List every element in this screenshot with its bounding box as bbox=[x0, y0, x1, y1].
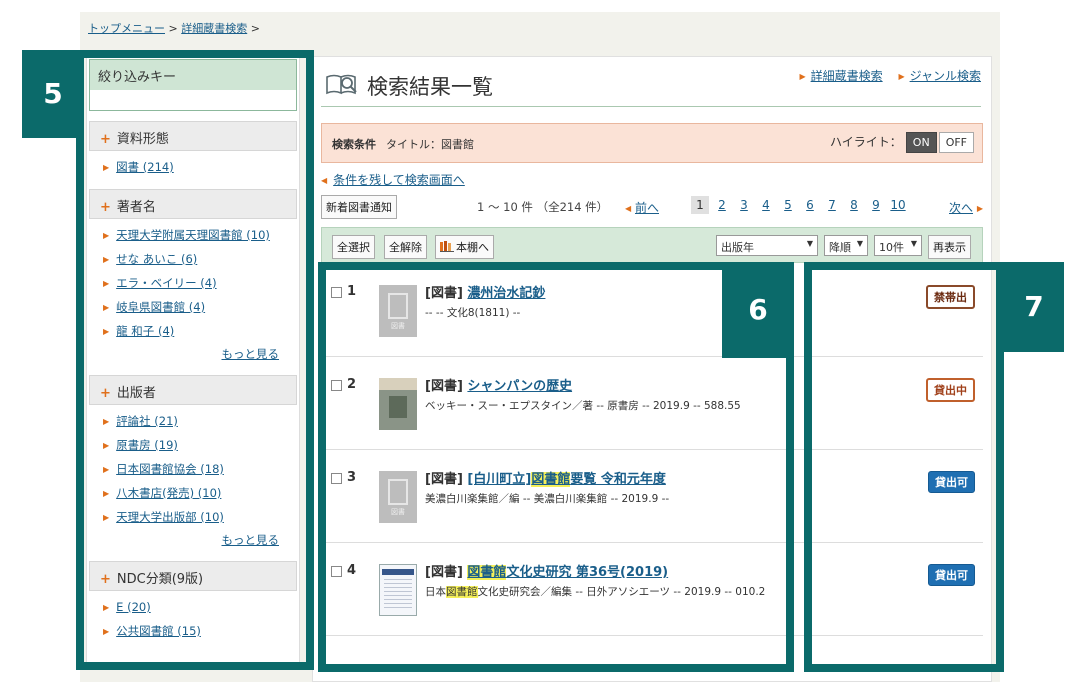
detail-search-link[interactable]: 詳細蔵書検索 bbox=[811, 69, 883, 83]
callout-frame-status bbox=[804, 262, 1004, 672]
per-page-select[interactable]: 10件 ▼ bbox=[874, 235, 922, 256]
page-link[interactable]: 9 bbox=[867, 196, 885, 214]
callout-label-7: 7 bbox=[1004, 262, 1064, 352]
triangle-icon: ▶ bbox=[799, 72, 806, 81]
highlight-toggle: ハイライト： ON OFF bbox=[830, 132, 974, 153]
add-to-shelf-button[interactable]: 本棚へ bbox=[435, 235, 494, 259]
title-row: 検索結果一覧 ▶ 詳細蔵書検索 ▶ ジャンル検索 bbox=[321, 65, 981, 107]
chevron-down-icon: ▼ bbox=[856, 239, 863, 248]
callout-label-5: 5 bbox=[22, 50, 84, 138]
page-link[interactable]: 6 bbox=[801, 196, 819, 214]
search-condition-box: 検索条件 タイトル：図書館 ハイライト： ON OFF bbox=[321, 123, 983, 163]
breadcrumb-separator: > bbox=[250, 22, 260, 35]
page-link[interactable]: 10 bbox=[889, 196, 907, 214]
top-links: ▶ 詳細蔵書検索 ▶ ジャンル検索 bbox=[787, 67, 981, 84]
sort-field-select[interactable]: 出版年 ▼ bbox=[716, 235, 818, 256]
result-count: 1 ～ 10 件 （全214 件） bbox=[477, 200, 609, 214]
new-arrival-notify-button[interactable]: 新着図書通知 bbox=[321, 195, 397, 219]
breadcrumb: トップメニュー > 詳細蔵書検索 > bbox=[88, 20, 260, 36]
shelf-label: 本棚へ bbox=[456, 241, 489, 254]
page-link[interactable]: 3 bbox=[735, 196, 753, 214]
next-page: 次へ ▶ bbox=[949, 199, 983, 216]
page-link[interactable]: 7 bbox=[823, 196, 841, 214]
prev-page-link[interactable]: 前へ bbox=[635, 201, 659, 215]
highlight-on-button[interactable]: ON bbox=[905, 132, 937, 153]
triangle-icon: ▶ bbox=[976, 204, 983, 213]
prev-page: ◀ 前へ bbox=[625, 199, 659, 216]
breadcrumb-top-menu[interactable]: トップメニュー bbox=[88, 22, 165, 35]
condition-value: タイトル：図書館 bbox=[386, 138, 474, 151]
sort-order-select[interactable]: 降順 ▼ bbox=[824, 235, 868, 256]
triangle-left-icon: ◀ bbox=[321, 176, 328, 185]
redisplay-button[interactable]: 再表示 bbox=[928, 235, 971, 259]
result-toolbar: 全選択 全解除 本棚へ 出版年 ▼ 降順 ▼ 10件 ▼ 再表示 bbox=[321, 227, 983, 263]
select-all-button[interactable]: 全選択 bbox=[332, 235, 375, 259]
page-link[interactable]: 5 bbox=[779, 196, 797, 214]
page-link[interactable]: 4 bbox=[757, 196, 775, 214]
sort-order-value: 降順 bbox=[829, 241, 851, 254]
chevron-down-icon: ▼ bbox=[806, 239, 813, 248]
triangle-icon: ▶ bbox=[898, 72, 905, 81]
next-page-link[interactable]: 次へ bbox=[949, 201, 973, 215]
per-page-value: 10件 bbox=[879, 241, 904, 254]
page-numbers: 1 2 3 4 5 6 7 8 9 10 bbox=[691, 196, 911, 214]
page-link[interactable]: 8 bbox=[845, 196, 863, 214]
highlight-label: ハイライト： bbox=[830, 135, 902, 149]
deselect-all-button[interactable]: 全解除 bbox=[384, 235, 427, 259]
chevron-down-icon: ▼ bbox=[910, 239, 917, 248]
genre-search-link[interactable]: ジャンル検索 bbox=[910, 69, 981, 83]
breadcrumb-separator: > bbox=[168, 22, 178, 35]
pagination-row: 新着図書通知 1 ～ 10 件 （全214 件） ◀ 前へ 1234567891… bbox=[321, 195, 983, 219]
page-title: 検索結果一覧 bbox=[367, 75, 493, 99]
back-to-search-link[interactable]: 条件を残して検索画面へ bbox=[333, 173, 465, 187]
highlight-off-button[interactable]: OFF bbox=[938, 132, 974, 153]
back-to-search: ◀ 条件を残して検索画面へ bbox=[321, 171, 465, 188]
sort-field-value: 出版年 bbox=[721, 241, 754, 254]
callout-label-6: 6 bbox=[722, 262, 794, 358]
breadcrumb-detail-search[interactable]: 詳細蔵書検索 bbox=[181, 22, 247, 35]
bookshelf-icon bbox=[440, 241, 454, 252]
condition-label: 検索条件 bbox=[332, 138, 376, 151]
book-search-icon bbox=[326, 74, 357, 95]
page-link[interactable]: 2 bbox=[713, 196, 731, 214]
callout-frame-sidebar bbox=[76, 50, 314, 670]
triangle-left-icon: ◀ bbox=[625, 204, 632, 213]
current-page[interactable]: 1 bbox=[691, 196, 709, 214]
